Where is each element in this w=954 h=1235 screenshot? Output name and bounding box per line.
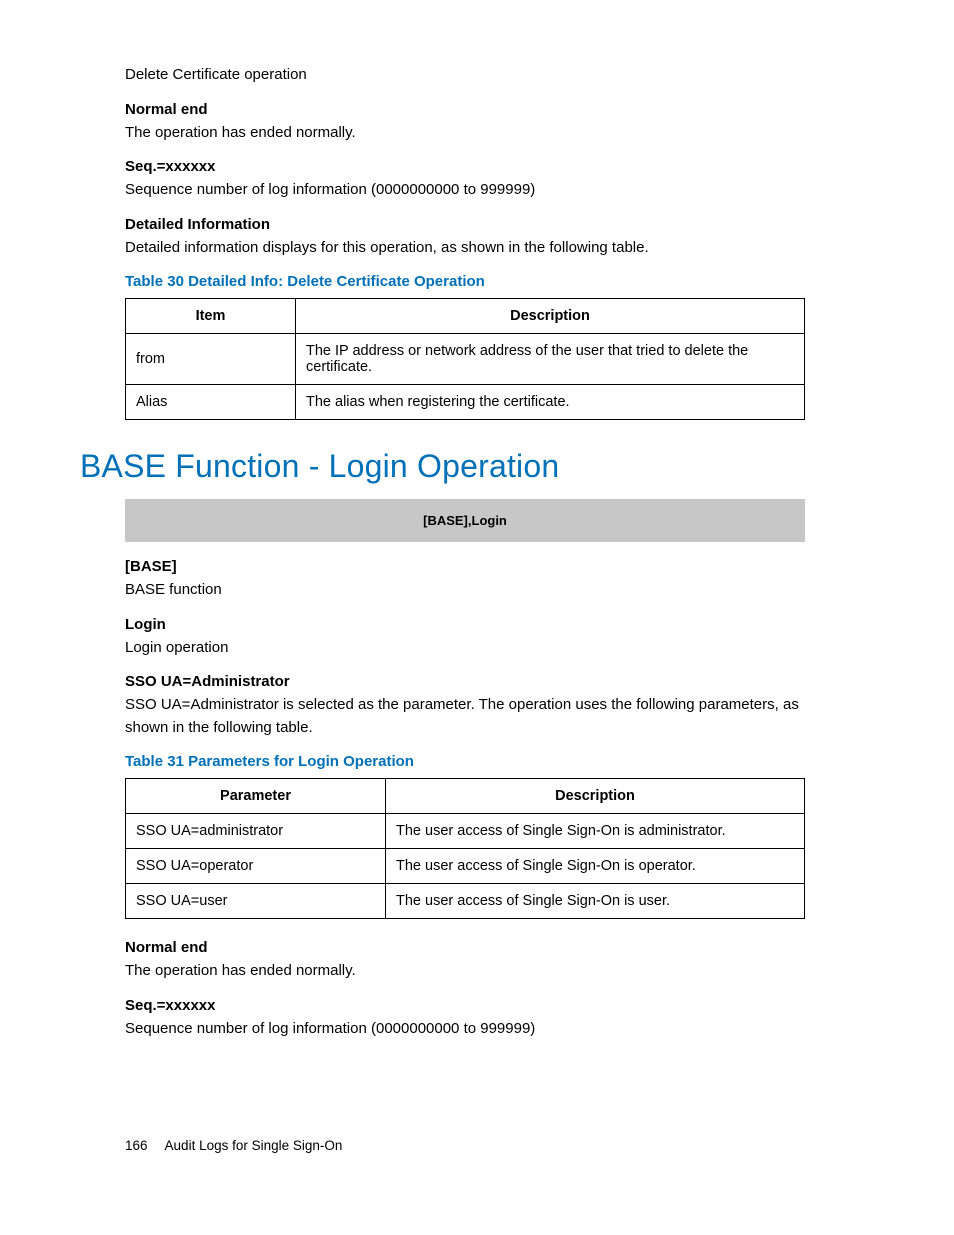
table-30: Item Description from The IP address or … bbox=[125, 298, 805, 420]
table-row: from The IP address or network address o… bbox=[126, 334, 805, 385]
detailed-info-text: Detailed information displays for this o… bbox=[125, 237, 829, 260]
page-footer: 166 Audit Logs for Single Sign-On bbox=[125, 1138, 342, 1153]
table-cell: The user access of Single Sign-On is adm… bbox=[386, 814, 805, 849]
base-login-banner: [BASE],Login bbox=[125, 499, 805, 542]
table-row: SSO UA=operator The user access of Singl… bbox=[126, 849, 805, 884]
sso-ua-text: SSO UA=Administrator is selected as the … bbox=[125, 694, 829, 739]
table-header-item: Item bbox=[126, 299, 296, 334]
table-cell: Alias bbox=[126, 385, 296, 420]
table-cell: SSO UA=administrator bbox=[126, 814, 386, 849]
normal-end-text: The operation has ended normally. bbox=[125, 122, 829, 145]
table-cell: SSO UA=user bbox=[126, 884, 386, 919]
table-cell: The user access of Single Sign-On is ope… bbox=[386, 849, 805, 884]
seq-label: Seq.=xxxxxx bbox=[125, 997, 829, 1014]
table-header-description: Description bbox=[386, 779, 805, 814]
seq-text: Sequence number of log information (0000… bbox=[125, 179, 829, 202]
login-text: Login operation bbox=[125, 637, 829, 660]
base-label: [BASE] bbox=[125, 558, 829, 575]
table-cell: The user access of Single Sign-On is use… bbox=[386, 884, 805, 919]
table-cell: from bbox=[126, 334, 296, 385]
table-header-parameter: Parameter bbox=[126, 779, 386, 814]
table-cell: SSO UA=operator bbox=[126, 849, 386, 884]
page-number: 166 bbox=[125, 1138, 148, 1153]
delete-cert-operation: Delete Certificate operation bbox=[125, 64, 829, 87]
table-row: SSO UA=administrator The user access of … bbox=[126, 814, 805, 849]
table-row: SSO UA=user The user access of Single Si… bbox=[126, 884, 805, 919]
table-cell: The alias when registering the certifica… bbox=[296, 385, 805, 420]
table-cell: The IP address or network address of the… bbox=[296, 334, 805, 385]
table-header-description: Description bbox=[296, 299, 805, 334]
normal-end-text: The operation has ended normally. bbox=[125, 960, 829, 983]
table-row: Alias The alias when registering the cer… bbox=[126, 385, 805, 420]
login-label: Login bbox=[125, 616, 829, 633]
table-row: Parameter Description bbox=[126, 779, 805, 814]
normal-end-label: Normal end bbox=[125, 101, 829, 118]
sso-ua-label: SSO UA=Administrator bbox=[125, 673, 829, 690]
table-row: Item Description bbox=[126, 299, 805, 334]
table-30-caption: Table 30 Detailed Info: Delete Certifica… bbox=[125, 273, 829, 290]
table-31-caption: Table 31 Parameters for Login Operation bbox=[125, 753, 829, 770]
footer-title: Audit Logs for Single Sign-On bbox=[165, 1138, 343, 1153]
base-text: BASE function bbox=[125, 579, 829, 602]
section-heading: BASE Function - Login Operation bbox=[80, 448, 829, 485]
seq-label: Seq.=xxxxxx bbox=[125, 158, 829, 175]
normal-end-label: Normal end bbox=[125, 939, 829, 956]
seq-text: Sequence number of log information (0000… bbox=[125, 1018, 829, 1041]
table-31: Parameter Description SSO UA=administrat… bbox=[125, 778, 805, 919]
detailed-info-label: Detailed Information bbox=[125, 216, 829, 233]
